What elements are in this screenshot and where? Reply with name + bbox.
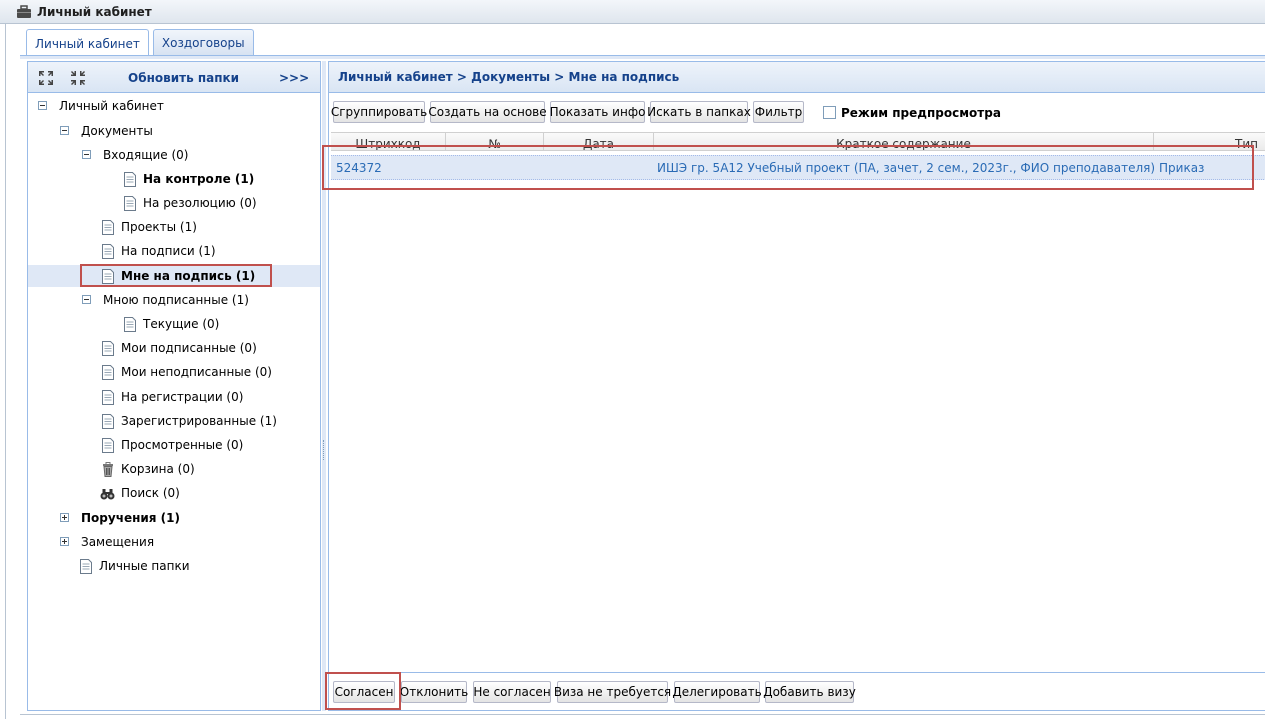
window-frame-bottom <box>20 714 1265 715</box>
add-visa-button[interactable]: Добавить визу <box>763 681 856 703</box>
document-icon <box>102 438 114 453</box>
document-row-highlight <box>322 145 1254 190</box>
tree-item-on-registration[interactable]: На регистрации (0) <box>28 386 320 408</box>
splitter-grip[interactable] <box>323 440 325 460</box>
tree-item-label: Мои неподписанные (0) <box>121 365 272 379</box>
tab-bar: Личный кабинет Хоздоговоры <box>26 29 258 57</box>
approve-button-highlight <box>325 672 401 710</box>
tree-item-incoming[interactable]: Входящие (0) <box>28 144 320 166</box>
document-icon <box>102 341 114 356</box>
tree-item-label: Зарегистрированные (1) <box>121 414 277 428</box>
tab-personal-cabinet[interactable]: Личный кабинет <box>26 29 149 57</box>
document-icon <box>124 172 136 187</box>
tree-item-personal-cabinet[interactable]: Личный кабинет <box>28 95 320 117</box>
window-title-bar: Личный кабинет <box>0 0 1265 24</box>
collapse-toggle-icon[interactable] <box>38 101 47 110</box>
tree-item-label: Замещения <box>81 535 155 549</box>
create-based-button[interactable]: Создать на основе <box>428 101 547 123</box>
trash-icon <box>103 462 113 477</box>
tab-contracts[interactable]: Хоздоговоры <box>152 29 254 56</box>
document-icon <box>102 244 114 259</box>
document-icon <box>124 196 136 211</box>
more-button[interactable]: >>> <box>279 71 309 85</box>
action-bar: Согласен Отклонить Не согласен Виза не т… <box>329 672 1265 710</box>
tree-item-substitutions[interactable]: Замещения <box>28 531 320 553</box>
selected-folder-highlight <box>80 264 272 287</box>
expand-all-icon[interactable] <box>38 70 54 86</box>
briefcase-icon <box>17 4 31 18</box>
window-title: Личный кабинет <box>37 4 152 19</box>
document-icon <box>102 414 114 429</box>
delegate-button[interactable]: Делегировать <box>672 681 762 703</box>
tree-item-on-signature[interactable]: На подписи (1) <box>28 240 320 262</box>
document-icon <box>124 317 136 332</box>
reject-button[interactable]: Отклонить <box>400 681 468 703</box>
tree-item-label: Мною подписанные (1) <box>103 293 249 307</box>
expand-toggle-icon[interactable] <box>60 537 69 546</box>
folder-panel: Обновить папки >>> Личный кабинет Докуме… <box>27 61 321 711</box>
tree-item-label: Личные папки <box>99 559 190 573</box>
tree-item-personal-folders[interactable]: Личные папки <box>28 555 320 577</box>
document-icon <box>102 220 114 235</box>
tree-item-label: Текущие (0) <box>143 317 220 331</box>
tree-item-my-signed[interactable]: Мои подписанные (0) <box>28 337 320 359</box>
filter-button[interactable]: Фильтр <box>753 101 804 123</box>
tree-item-label: На подписи (1) <box>121 244 216 258</box>
binoculars-icon <box>100 489 115 500</box>
disagree-button[interactable]: Не согласен <box>473 681 551 703</box>
tree-item-on-control[interactable]: На контроле (1) <box>28 168 320 190</box>
collapse-toggle-icon[interactable] <box>82 295 91 304</box>
document-icon <box>102 390 114 405</box>
tree-item-documents[interactable]: Документы <box>28 120 320 142</box>
tree-item-viewed[interactable]: Просмотренные (0) <box>28 434 320 456</box>
tree-item-label: Мои подписанные (0) <box>121 341 257 355</box>
tree-item-my-unsigned[interactable]: Мои неподписанные (0) <box>28 361 320 383</box>
tree-item-trash[interactable]: Корзина (0) <box>28 458 320 480</box>
tree-item-label: Входящие (0) <box>103 148 189 162</box>
tree-item-label: Поручения (1) <box>81 511 180 525</box>
tree-item-projects[interactable]: Проекты (1) <box>28 216 320 238</box>
collapse-toggle-icon[interactable] <box>60 126 69 135</box>
preview-mode-label: Режим предпросмотра <box>841 106 1001 120</box>
tab-strip <box>20 55 1265 59</box>
show-info-button[interactable]: Показать инфо <box>550 101 645 123</box>
tree-item-registered[interactable]: Зарегистрированные (1) <box>28 410 320 432</box>
tree-item-label: Просмотренные (0) <box>121 438 244 452</box>
preview-mode-checkbox[interactable] <box>823 106 836 119</box>
refresh-folders-button[interactable]: Обновить папки <box>128 71 239 85</box>
breadcrumb: Личный кабинет > Документы > Мне на подп… <box>329 62 1265 93</box>
tree-item-on-resolution[interactable]: На резолюцию (0) <box>28 192 320 214</box>
document-icon <box>102 365 114 380</box>
tree-item-label: На регистрации (0) <box>121 390 244 404</box>
tree-item-label: Личный кабинет <box>59 99 164 113</box>
tree-item-signed-by-me[interactable]: Мною подписанные (1) <box>28 289 320 311</box>
document-toolbar: Сгруппировать Создать на основе Показать… <box>329 99 1265 125</box>
window-frame-left <box>5 24 6 719</box>
document-icon <box>80 559 92 574</box>
collapse-all-icon[interactable] <box>70 70 86 86</box>
collapse-toggle-icon[interactable] <box>82 150 91 159</box>
tree-item-search[interactable]: Поиск (0) <box>28 482 320 504</box>
tree-item-label: Корзина (0) <box>121 462 195 476</box>
tree-item-label: На контроле (1) <box>143 172 255 186</box>
search-in-folders-button[interactable]: Искать в папках <box>647 101 751 123</box>
tree-item-label: Документы <box>81 124 153 138</box>
tree-item-label: На резолюцию (0) <box>143 196 257 210</box>
tree-item-assignments[interactable]: Поручения (1) <box>28 507 320 529</box>
tree-item-current[interactable]: Текущие (0) <box>28 313 320 335</box>
expand-toggle-icon[interactable] <box>60 513 69 522</box>
tree-item-label: Поиск (0) <box>121 486 180 500</box>
folder-toolbar: Обновить папки >>> <box>28 62 320 93</box>
group-button[interactable]: Сгруппировать <box>331 101 427 123</box>
tree-item-label: Проекты (1) <box>121 220 197 234</box>
no-visa-required-button[interactable]: Виза не требуется <box>554 681 671 703</box>
